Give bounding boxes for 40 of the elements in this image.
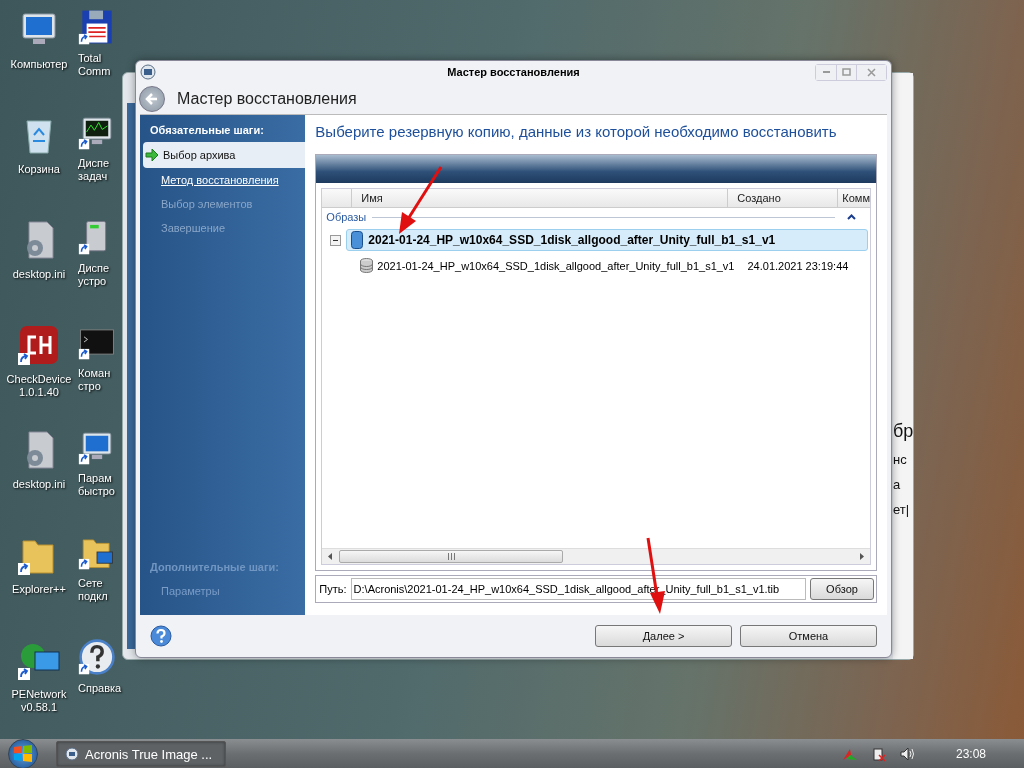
step-item[interactable]: Выбор архива	[143, 142, 306, 168]
window-text-fragment: нс	[893, 452, 908, 467]
backup-date: 24.01.2021 23:19:44	[747, 259, 849, 272]
column-header[interactable]: Создано	[728, 189, 839, 207]
desktop-icon-label: Explorer++	[11, 583, 67, 596]
desktop-icon-label: Total Comm	[78, 52, 111, 78]
archive-row[interactable]: 2021-01-24_HP_w10x64_SSD_1disk_allgood_after_Unity_full_b1_s1_v1	[346, 229, 868, 251]
wizard-button[interactable]: Отмена	[740, 625, 877, 647]
window-text-fragment: бр	[893, 421, 913, 442]
step-item[interactable]: Метод восстановления	[140, 168, 306, 192]
group-label: Образы	[326, 211, 367, 223]
path-label: Путь:	[319, 583, 347, 595]
desktop-icon-label: Диспе устро	[78, 262, 110, 288]
desktop-icon-label: PENetwork v0.58.1	[10, 688, 68, 714]
desktop-icon-label: Диспе задач	[78, 157, 110, 183]
desktop-icon-label: Справка	[78, 682, 122, 695]
desktop-icon-label: Сете подкл	[78, 577, 108, 603]
window-text-fragment: а	[893, 477, 902, 492]
desktop-icon-label: Корзина	[17, 163, 61, 176]
desktop-icon-label: desktop.ini	[11, 478, 67, 491]
desktop-icon-label: Коман стро	[78, 367, 111, 393]
column-header[interactable]: Имя	[352, 189, 729, 207]
column-header[interactable]: Комм	[838, 189, 870, 207]
archive-name: 2021-01-24_HP_w10x64_SSD_1disk_allgood_after_Unity_full_b1_s1_v1	[368, 233, 776, 247]
desktop-icon-label: Компьютер	[9, 58, 69, 71]
backup-row[interactable]: 2021-01-24_HP_w10x64_SSD_1disk_allgood_after_Unity_full_b1_s1_v1 24.01.2021 23:19:44	[322, 254, 870, 277]
wizard-header: Мастер восстановления	[177, 89, 357, 108]
backup-name: 2021-01-24_HP_w10x64_SSD_1disk_allgood_after_Unity_full_b1_s1_v1	[377, 259, 735, 272]
page-heading: Выберите резервную копию, данные из которой необходимо восстановить	[315, 123, 838, 140]
steps-heading: Дополнительные шаги:	[149, 560, 280, 575]
taskbar-button[interactable]: Acronis True Image ...	[56, 741, 226, 767]
browse-button[interactable]: Обзор	[810, 578, 874, 600]
clock: 23:08	[955, 747, 986, 761]
window-text-fragment: ет|	[893, 502, 911, 517]
desktop-icon-label: Парам быстро	[78, 472, 115, 498]
desktop-icon-label: desktop.ini	[11, 268, 67, 281]
wizard-button[interactable]: Далее >	[595, 625, 732, 647]
desktop-icon-label: CheckDevice 1.0.1.40	[5, 373, 73, 399]
steps-heading: Обязательные шаги:	[149, 123, 265, 138]
window-title: Мастер восстановления	[446, 66, 581, 78]
